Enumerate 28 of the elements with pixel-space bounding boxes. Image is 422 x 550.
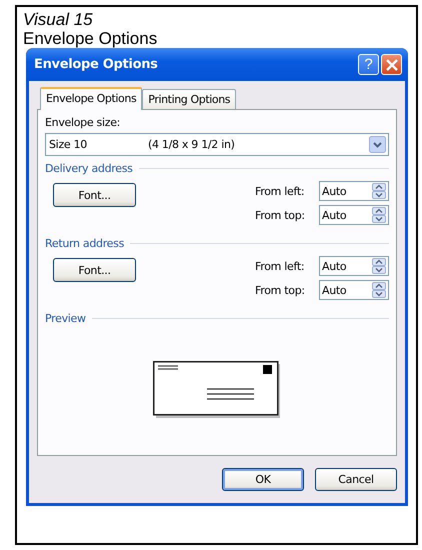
tab[interactable]: Printing Options [142,89,236,109]
group-title: Preview [45,312,86,325]
figure-title: Envelope Options [23,29,158,48]
cancel-button[interactable]: Cancel [315,468,397,491]
spin-field[interactable]: Auto [319,205,389,225]
group-title: Delivery address [45,162,133,175]
spin-arrows-icon [372,282,386,298]
spin-field[interactable]: Auto [319,280,389,300]
spin-arrows-icon [372,258,386,274]
font-button[interactable]: Font... [53,183,136,207]
envelope-size-dropdown[interactable]: Size 10 (4 1/8 x 9 1/2 in) [45,133,389,156]
close-button[interactable] [381,54,402,75]
spin-field[interactable]: Auto [319,256,389,276]
font-button[interactable]: Font... [53,258,136,282]
field-label: From left: [255,260,306,272]
figure-caption: Visual 15 [23,11,94,29]
field-label: Envelope size: [45,116,122,129]
spin-arrows-icon [372,207,386,223]
window-title: Envelope Options [34,57,159,72]
field-label: From top: [255,284,306,296]
spin-field[interactable]: Auto [319,181,389,201]
group-title: Return address [45,237,124,250]
field-label: From top: [255,208,306,222]
spin-arrows-icon [372,183,386,199]
tab[interactable]: Envelope Options [40,87,142,110]
field-label: From left: [255,184,306,198]
close-icon [386,58,398,70]
ok-button[interactable]: OK [222,468,304,491]
